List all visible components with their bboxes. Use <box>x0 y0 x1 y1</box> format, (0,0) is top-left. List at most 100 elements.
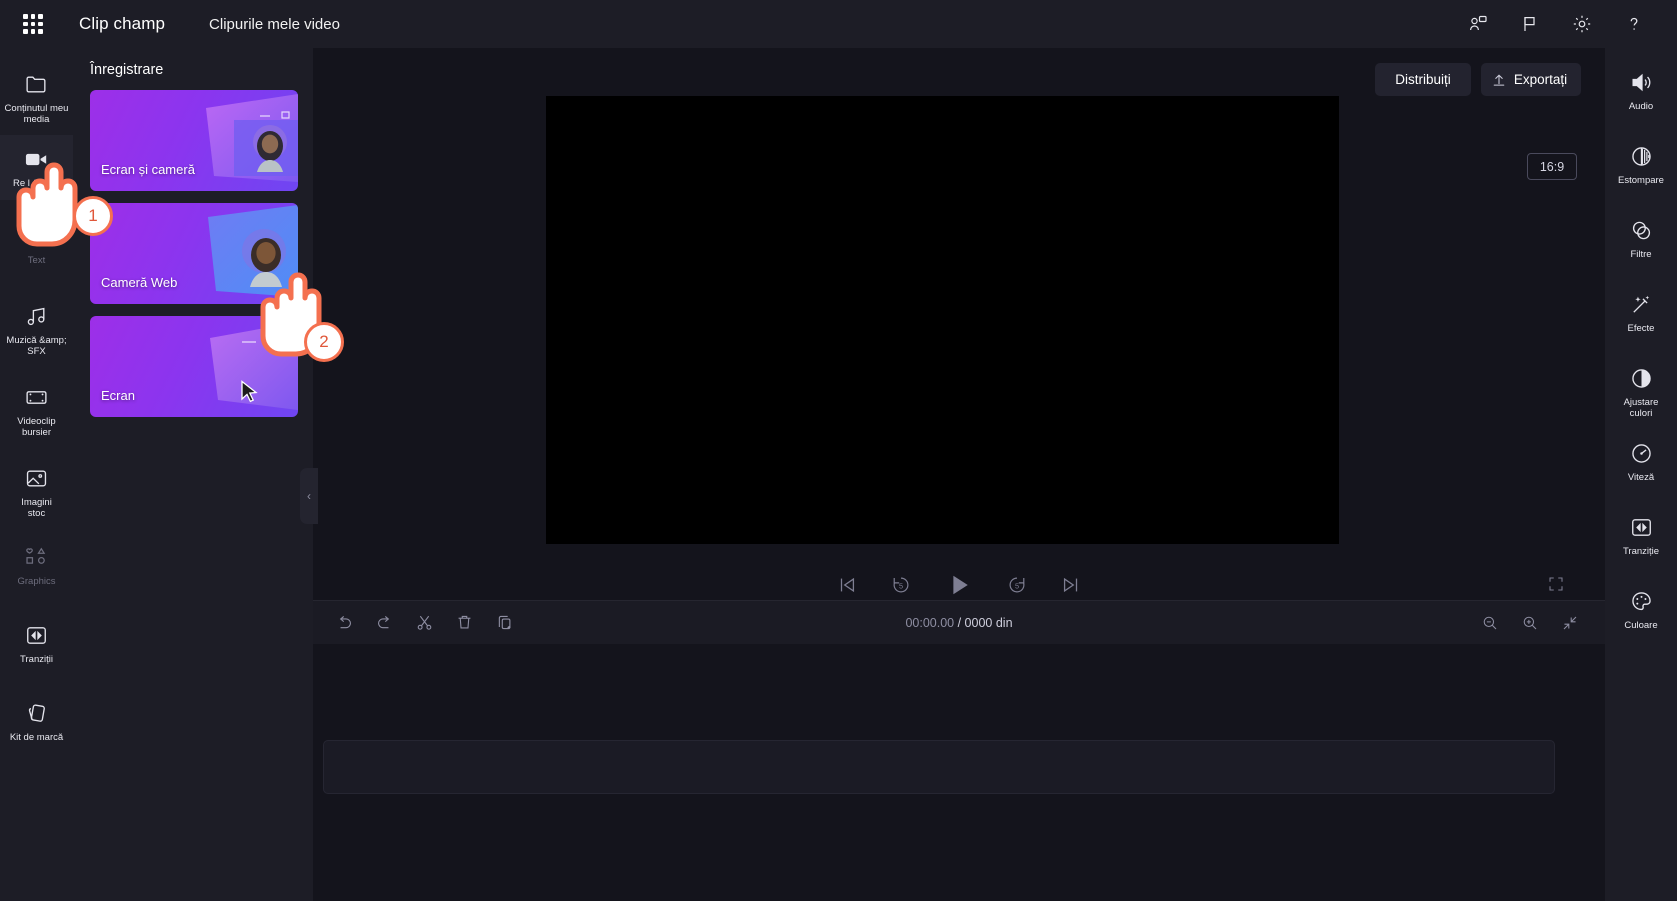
fullscreen-button[interactable] <box>1547 575 1565 598</box>
property-item-color-adjust[interactable]: Ajustare culori <box>1605 354 1677 419</box>
property-item-label: Efecte <box>1627 323 1655 334</box>
property-item-label: Estompare <box>1618 175 1664 186</box>
split-icon[interactable] <box>415 613 434 632</box>
sidebar-item-label: Muzică &amp; SFX <box>6 335 67 357</box>
brand-title[interactable]: Clip champ <box>79 14 165 34</box>
property-item-color[interactable]: Culoare <box>1605 577 1677 639</box>
sidebar-item-label: Kit de marcă <box>9 732 64 743</box>
flag-icon[interactable] <box>1517 11 1543 37</box>
sidebar-item-record-create[interactable]: Re l &amp; camer <box>0 135 73 200</box>
speed-gauge-icon <box>1627 439 1655 467</box>
gear-icon[interactable] <box>1569 11 1595 37</box>
record-card-list: Ecran și cameră Cameră Web Ecran <box>73 78 313 417</box>
screen-thumbnail-cursor <box>241 380 258 403</box>
color-palette-icon <box>1627 587 1655 615</box>
rewind-5-icon[interactable]: 5 <box>890 574 912 596</box>
undo-icon[interactable] <box>335 613 354 632</box>
sidebar-item-label: Tranziții <box>20 654 53 665</box>
color-adjust-icon <box>1627 364 1655 392</box>
record-card-screen-and-camera[interactable]: Ecran și cameră <box>90 90 298 191</box>
zoom-out-icon[interactable] <box>1481 614 1499 632</box>
project-name[interactable]: Clipurile mele video <box>209 16 340 33</box>
record-card-label: Ecran <box>101 388 135 403</box>
sidebar-item-stock-video[interactable]: Videoclip bursier <box>0 373 73 438</box>
property-item-label: Ajustare culori <box>1623 397 1659 419</box>
text-icon <box>23 222 51 250</box>
upload-icon <box>1493 73 1505 86</box>
property-item-transition[interactable]: Tranziție <box>1605 503 1677 565</box>
fade-icon <box>1627 142 1655 170</box>
sidebar-item-label: Imagini stoc <box>21 497 52 519</box>
duplicate-icon[interactable] <box>495 613 514 632</box>
delete-icon[interactable] <box>455 613 474 632</box>
transition-icon <box>1627 513 1655 541</box>
aspect-ratio-selector[interactable]: 16:9 <box>1527 153 1577 180</box>
folder-icon <box>23 70 51 98</box>
collaborate-icon[interactable] <box>1465 11 1491 37</box>
screen-camera-thumbnail <box>206 94 298 182</box>
sidebar-item-transitions[interactable]: Tranziții <box>0 611 73 673</box>
fit-to-screen-icon[interactable] <box>1561 614 1579 632</box>
transition-icon <box>23 621 51 649</box>
app-launcher-icon[interactable] <box>20 11 46 37</box>
svg-text:5: 5 <box>1015 581 1019 590</box>
property-item-fade[interactable]: Estompare <box>1605 132 1677 194</box>
record-card-screen[interactable]: Ecran <box>90 316 298 417</box>
sidebar-item-graphics[interactable]: Graphics <box>0 533 73 595</box>
timeline-toolbar: 00:00.00 / 0000 din <box>313 600 1605 644</box>
svg-text:5: 5 <box>899 581 903 590</box>
share-button[interactable]: Distribuiți <box>1375 63 1471 96</box>
property-item-label: Filtre <box>1630 249 1652 260</box>
property-item-audio[interactable]: Audio <box>1605 58 1677 120</box>
property-item-label: Tranziție <box>1622 546 1660 557</box>
property-item-speed[interactable]: Viteză <box>1605 429 1677 491</box>
music-note-icon <box>23 302 51 330</box>
help-icon[interactable] <box>1621 11 1647 37</box>
film-strip-icon <box>23 383 51 411</box>
skip-to-start-icon[interactable] <box>836 574 858 596</box>
record-panel: Înregistrare Ecran și cameră Cameră Web … <box>73 48 327 901</box>
stage-actions: Distribuiți Exportați <box>1375 63 1581 96</box>
brand-kit-icon <box>23 699 51 727</box>
clipchamp-editor: Clip champ Clipurile mele video Conținut… <box>0 0 1677 901</box>
forward-5-icon[interactable]: 5 <box>1006 574 1028 596</box>
total-duration: / 0000 din <box>957 615 1013 630</box>
collapse-right-rail-button[interactable]: ‹ <box>300 468 318 524</box>
property-item-label: Viteză <box>1627 472 1655 483</box>
video-preview[interactable] <box>546 96 1339 544</box>
current-time: 00:00.00 <box>905 615 955 630</box>
export-button-label: Exportați <box>1513 72 1568 87</box>
sidebar-item-my-media[interactable]: Conținutul meu media <box>0 60 73 125</box>
record-card-webcam[interactable]: Cameră Web <box>90 203 298 304</box>
right-rail: Audio Estompare Filtre Efecte Ajustare c… <box>1605 48 1677 901</box>
speaker-icon <box>1627 68 1655 96</box>
top-bar: Clip champ Clipurile mele video <box>0 0 1677 48</box>
play-icon[interactable] <box>944 570 974 600</box>
sidebar-item-label: Videoclip bursier <box>17 416 56 438</box>
zoom-in-icon[interactable] <box>1521 614 1539 632</box>
webcam-thumbnail <box>208 205 298 297</box>
sidebar-item-brand-kit[interactable]: Kit de marcă <box>0 689 73 751</box>
sidebar-item-stock-images[interactable]: Imagini stoc <box>0 454 73 519</box>
shapes-icon <box>23 543 51 571</box>
property-item-label: Audio <box>1628 101 1654 112</box>
property-item-filters[interactable]: Filtre <box>1605 206 1677 268</box>
sidebar-item-label: Conținutul meu media <box>4 103 69 125</box>
redo-icon[interactable] <box>375 613 394 632</box>
left-rail: Conținutul meu media Re l &amp; camer Te… <box>0 48 73 901</box>
timeline-tools <box>335 613 514 632</box>
sidebar-item-music-sfx[interactable]: Muzică &amp; SFX <box>0 292 73 357</box>
timeline-zoom-controls <box>1481 614 1579 632</box>
skip-to-end-icon[interactable] <box>1060 574 1082 596</box>
sidebar-item-label: Text <box>27 255 46 266</box>
effects-wand-icon <box>1627 290 1655 318</box>
filters-icon <box>1627 216 1655 244</box>
timeline-body[interactable] <box>313 644 1605 901</box>
sidebar-item-label: Re l &amp; camer <box>13 178 60 200</box>
timeline-track[interactable] <box>323 740 1555 794</box>
property-item-effects[interactable]: Efecte <box>1605 280 1677 342</box>
panel-title: Înregistrare <box>90 62 164 78</box>
record-card-label: Cameră Web <box>101 275 178 290</box>
export-button[interactable]: Exportați <box>1481 63 1581 96</box>
sidebar-item-text[interactable]: Text <box>0 212 73 274</box>
